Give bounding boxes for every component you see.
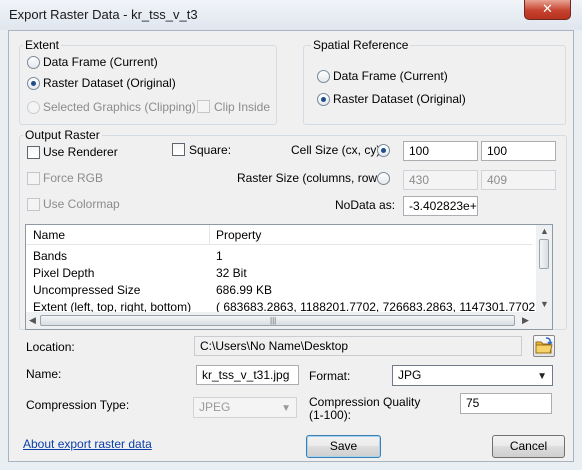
vertical-scrollbar[interactable]: ▲ ▼ <box>536 225 552 312</box>
folder-icon <box>535 337 553 354</box>
horizontal-scrollbar[interactable]: ◀ ||| ▶ <box>26 312 536 329</box>
compression-type-label: Compression Type: <box>26 398 130 412</box>
close-button[interactable]: ✕ <box>524 0 571 20</box>
compression-quality-input[interactable]: 75 <box>460 393 552 414</box>
help-link[interactable]: About export raster data <box>23 437 152 451</box>
nodata-label: NoData as: <box>335 198 396 212</box>
extent-data-frame-radio[interactable] <box>27 56 40 69</box>
list-item[interactable]: Bands 1 <box>26 247 532 264</box>
property-value: 32 Bit <box>216 266 247 280</box>
scrollbar-corner <box>536 312 552 329</box>
list-item[interactable]: Uncompressed Size 686.99 KB <box>26 281 532 298</box>
raster-size-radio[interactable] <box>377 172 390 185</box>
format-label: Format: <box>309 369 351 383</box>
format-value: JPG <box>398 368 422 382</box>
cell-size-cy-input[interactable]: 100 <box>481 141 556 161</box>
scroll-right-icon[interactable]: ▶ <box>522 315 529 326</box>
dialog-body: Extent Data Frame (Current) Raster Datas… <box>8 30 574 462</box>
extent-raster-dataset-label[interactable]: Raster Dataset (Original) <box>43 76 176 90</box>
use-colormap-checkbox <box>27 198 40 211</box>
column-separator <box>209 225 210 245</box>
force-rgb-checkbox <box>27 172 40 185</box>
extent-data-frame-label[interactable]: Data Frame (Current) <box>43 55 158 69</box>
use-renderer-label[interactable]: Use Renderer <box>43 145 118 159</box>
property-name: Uncompressed Size <box>33 283 141 297</box>
column-header-name[interactable]: Name <box>33 228 65 242</box>
properties-list[interactable]: Name Property Bands 1 Pixel Depth 32 Bit… <box>25 224 553 330</box>
cell-size-radio[interactable] <box>377 144 390 157</box>
extent-selected-graphics-radio <box>27 101 40 114</box>
extent-group-label: Extent <box>23 38 62 52</box>
use-renderer-checkbox[interactable] <box>27 146 40 159</box>
extent-raster-dataset-radio[interactable] <box>27 77 40 90</box>
title-bar: Export Raster Data - kr_tss_v_t3 ✕ <box>0 0 582 30</box>
spatial-raster-dataset-label[interactable]: Raster Dataset (Original) <box>333 92 466 106</box>
property-name: Pixel Depth <box>33 266 95 280</box>
cell-size-cx-input[interactable]: 100 <box>403 141 478 161</box>
chevron-down-icon: ▼ <box>537 371 547 382</box>
scroll-up-icon[interactable]: ▲ <box>540 226 549 236</box>
compression-type-value: JPEG <box>199 400 231 414</box>
clip-inside-label: Clip Inside <box>214 100 271 114</box>
output-raster-label: Output Raster <box>23 128 102 142</box>
location-field: C:\Users\No Name\Desktop <box>194 336 522 356</box>
scroll-left-icon[interactable]: ◀ <box>29 315 36 326</box>
compression-quality-label-1: Compression Quality <box>309 395 421 409</box>
compression-type-select: JPEG ▼ <box>193 397 297 418</box>
cancel-button[interactable]: Cancel <box>492 435 565 458</box>
spatial-reference-group <box>303 45 566 125</box>
nodata-input[interactable]: -3.402823e+( <box>403 196 478 216</box>
force-rgb-label: Force RGB <box>43 171 104 185</box>
square-label[interactable]: Square: <box>189 143 231 157</box>
browse-folder-button[interactable] <box>533 335 555 357</box>
square-checkbox[interactable] <box>172 143 185 156</box>
clip-inside-checkbox <box>197 100 210 113</box>
name-label: Name: <box>26 367 62 381</box>
extent-selected-graphics-label: Selected Graphics (Clipping) <box>43 100 196 114</box>
property-name: Bands <box>33 249 68 263</box>
location-label: Location: <box>26 340 75 354</box>
compression-quality-label-2: (1-100): <box>309 408 352 422</box>
spatial-data-frame-radio[interactable] <box>317 70 330 83</box>
spatial-raster-dataset-radio[interactable] <box>317 93 330 106</box>
grip-icon: ||| <box>270 316 277 325</box>
spatial-data-frame-label[interactable]: Data Frame (Current) <box>333 69 448 83</box>
raster-rows-input: 409 <box>481 170 556 190</box>
scroll-down-icon[interactable]: ▼ <box>540 299 549 309</box>
properties-header: Name Property <box>26 225 532 245</box>
list-item[interactable]: Pixel Depth 32 Bit <box>26 264 532 281</box>
chevron-down-icon: ▼ <box>281 403 291 414</box>
property-value: 686.99 KB <box>216 283 273 297</box>
use-colormap-label: Use Colormap <box>43 197 120 211</box>
spatial-reference-label: Spatial Reference <box>311 38 411 52</box>
column-header-property[interactable]: Property <box>216 228 261 242</box>
property-value: 1 <box>216 249 223 263</box>
vertical-scroll-thumb[interactable] <box>539 239 549 269</box>
name-input[interactable]: kr_tss_v_t31.jpg <box>196 365 299 385</box>
raster-columns-input: 430 <box>403 170 478 190</box>
save-button[interactable]: Save <box>306 435 381 458</box>
horizontal-scroll-thumb[interactable]: ||| <box>40 315 515 326</box>
format-select[interactable]: JPG ▼ <box>392 365 553 386</box>
window-title: Export Raster Data - kr_tss_v_t3 <box>9 7 198 22</box>
raster-size-label: Raster Size (columns, rows): <box>237 171 391 185</box>
cell-size-label: Cell Size (cx, cy): <box>291 143 384 157</box>
